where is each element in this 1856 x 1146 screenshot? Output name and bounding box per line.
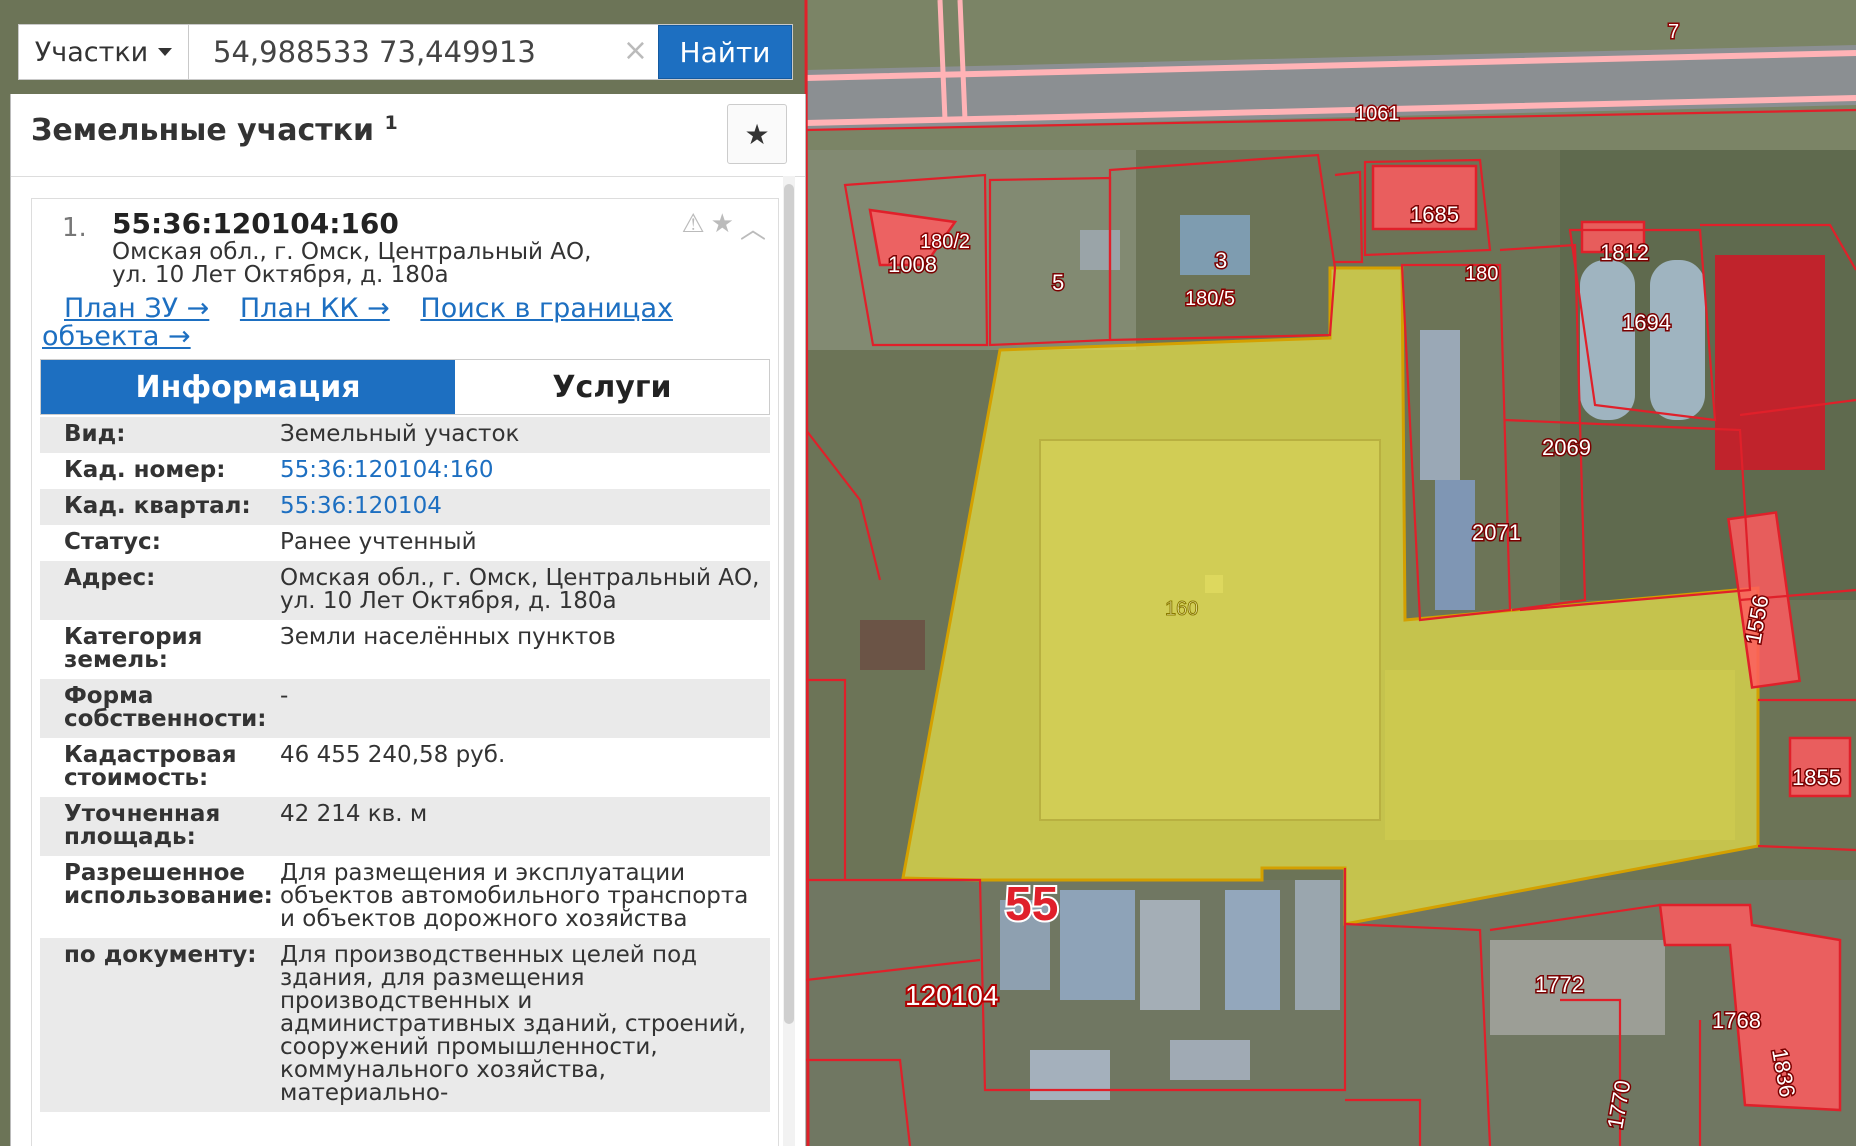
map-label-2071: 2071	[1472, 520, 1521, 545]
results-title: Земельные участки 1	[31, 112, 398, 148]
attribute-value: 46 455 240,58 руб.	[280, 742, 506, 768]
map-label-1812: 1812	[1600, 240, 1649, 265]
tab-information[interactable]: Информация	[41, 360, 455, 414]
attribute-row: Статус: Ранее учтенный	[40, 525, 770, 561]
map-label-1768: 1768	[1712, 1008, 1761, 1033]
attribute-row: Кадастровая стоимость: 46 455 240,58 руб.	[40, 738, 770, 797]
cad-quarter-link[interactable]: 55:36:120104	[280, 495, 770, 518]
map-label-180-2: 180/2	[920, 231, 970, 253]
result-cad-number[interactable]: 55:36:120104:160	[112, 207, 399, 240]
results-header: Земельные участки 1 ★	[11, 94, 805, 177]
result-address: Омская обл., г. Омск, Центральный АО, ул…	[112, 239, 592, 288]
map-label-1694: 1694	[1622, 310, 1671, 335]
map-label-3: 3	[1215, 248, 1227, 273]
attributes-table: Вид: Земельный участок Кад. номер: 55:36:1…	[40, 417, 770, 1112]
attribute-value: Ранее учтенный	[280, 529, 477, 555]
red-roof-building	[1715, 255, 1825, 470]
search-input[interactable]	[189, 25, 658, 79]
attribute-value: Для производственных целей под здания, д…	[280, 942, 746, 1106]
cad-number-link[interactable]: 55:36:120104:160	[280, 459, 770, 482]
clear-icon[interactable]: ×	[623, 33, 648, 68]
map-label-2069: 2069	[1542, 435, 1591, 460]
hangar	[1580, 260, 1635, 420]
results-title-text: Земельные участки	[31, 113, 375, 148]
attribute-key: Уточненная площадь:	[64, 801, 221, 850]
scrollbar-thumb[interactable]	[784, 184, 794, 1024]
map-label-district: 55	[1005, 878, 1058, 931]
attribute-key: Адрес:	[64, 565, 156, 591]
attribute-row: Кад. номер: 55:36:120104:160	[40, 453, 770, 489]
attribute-key: Кад. квартал:	[64, 493, 251, 519]
card-tabs: Информация Услуги	[40, 359, 770, 415]
map-label-180: 180	[1465, 263, 1498, 285]
chevron-down-icon	[158, 48, 173, 56]
attribute-row: Вид: Земельный участок	[40, 417, 770, 453]
attribute-row: по документу: Для производственных целей …	[40, 938, 770, 1112]
search-type-label: Участки	[34, 36, 149, 68]
attribute-key: Категория земель:	[64, 624, 203, 673]
attribute-row: Адрес: Омская обл., г. Омск, Центральный …	[40, 561, 770, 620]
attribute-key: Кадастровая стоимость:	[64, 742, 237, 791]
attribute-key: Вид:	[64, 421, 126, 447]
star-icon: ★	[744, 117, 770, 151]
search-query-wrap: ×	[189, 25, 658, 79]
map-label-1685: 1685	[1410, 202, 1459, 227]
map-label-1855: 1855	[1792, 765, 1841, 790]
result-links: План ЗУ → План КК → Поиск в границах объ…	[42, 295, 682, 351]
search-bar: Участки × Найти	[18, 24, 793, 80]
map-label-160: 160	[1165, 598, 1198, 620]
favorites-button[interactable]: ★	[727, 104, 787, 164]
map-label-quarter: 120104	[905, 980, 998, 1011]
attribute-row: Категория земель: Земли населённых пункто…	[40, 620, 770, 679]
attribute-value: Для размещения и эксплуатации объектов а…	[280, 860, 749, 932]
card-actions: ⚠ ★ ︿	[681, 209, 766, 246]
find-button[interactable]: Найти	[658, 25, 792, 79]
attribute-key: Разрешенное использование:	[64, 860, 273, 909]
results-panel: Земельные участки 1 ★ 1. 55:36:120104:16…	[10, 94, 806, 1146]
attribute-key: по документу:	[64, 942, 257, 968]
attribute-value: -	[280, 683, 289, 709]
map-label-1008: 1008	[888, 252, 937, 277]
map-label-1772: 1772	[1535, 972, 1584, 997]
map-label-5: 5	[1052, 270, 1064, 295]
side-panel: Участки × Найти Земельные участки 1 ★ 1.…	[0, 0, 806, 1146]
attribute-key: Статус:	[64, 529, 161, 555]
chevron-up-icon[interactable]: ︿	[740, 209, 766, 246]
plan-zu-link[interactable]: План ЗУ →	[64, 293, 209, 324]
star-icon[interactable]: ★	[711, 209, 734, 246]
map-label-180-5: 180/5	[1185, 288, 1235, 310]
result-index: 1.	[62, 213, 87, 243]
results-count: 1	[384, 112, 398, 134]
map-label-1061: 1061	[1355, 103, 1400, 125]
attribute-value: Омская обл., г. Омск, Центральный АО, ул…	[280, 565, 760, 614]
attribute-key: Форма собственности:	[64, 683, 267, 732]
attribute-value: Земли населённых пунктов	[280, 624, 616, 650]
map-label-road: 7	[1668, 21, 1679, 43]
attribute-key: Кад. номер:	[64, 457, 226, 483]
hangar	[1650, 260, 1705, 420]
attribute-value: Земельный участок	[280, 421, 520, 447]
attribute-row: Разрешенное использование: Для размещения…	[40, 856, 770, 938]
result-card: 1. 55:36:120104:160 Омская обл., г. Омск…	[31, 198, 779, 1146]
attribute-value: 42 214 кв. м	[280, 801, 428, 827]
warning-icon[interactable]: ⚠	[681, 209, 704, 246]
attribute-row: Уточненная площадь: 42 214 кв. м	[40, 797, 770, 856]
plan-kk-link[interactable]: План КК →	[240, 293, 390, 324]
tab-services[interactable]: Услуги	[455, 360, 769, 414]
attribute-row: Форма собственности: -	[40, 679, 770, 738]
attribute-row: Кад. квартал: 55:36:120104	[40, 489, 770, 525]
scrollbar[interactable]	[783, 176, 795, 1146]
search-type-dropdown[interactable]: Участки	[19, 25, 189, 79]
